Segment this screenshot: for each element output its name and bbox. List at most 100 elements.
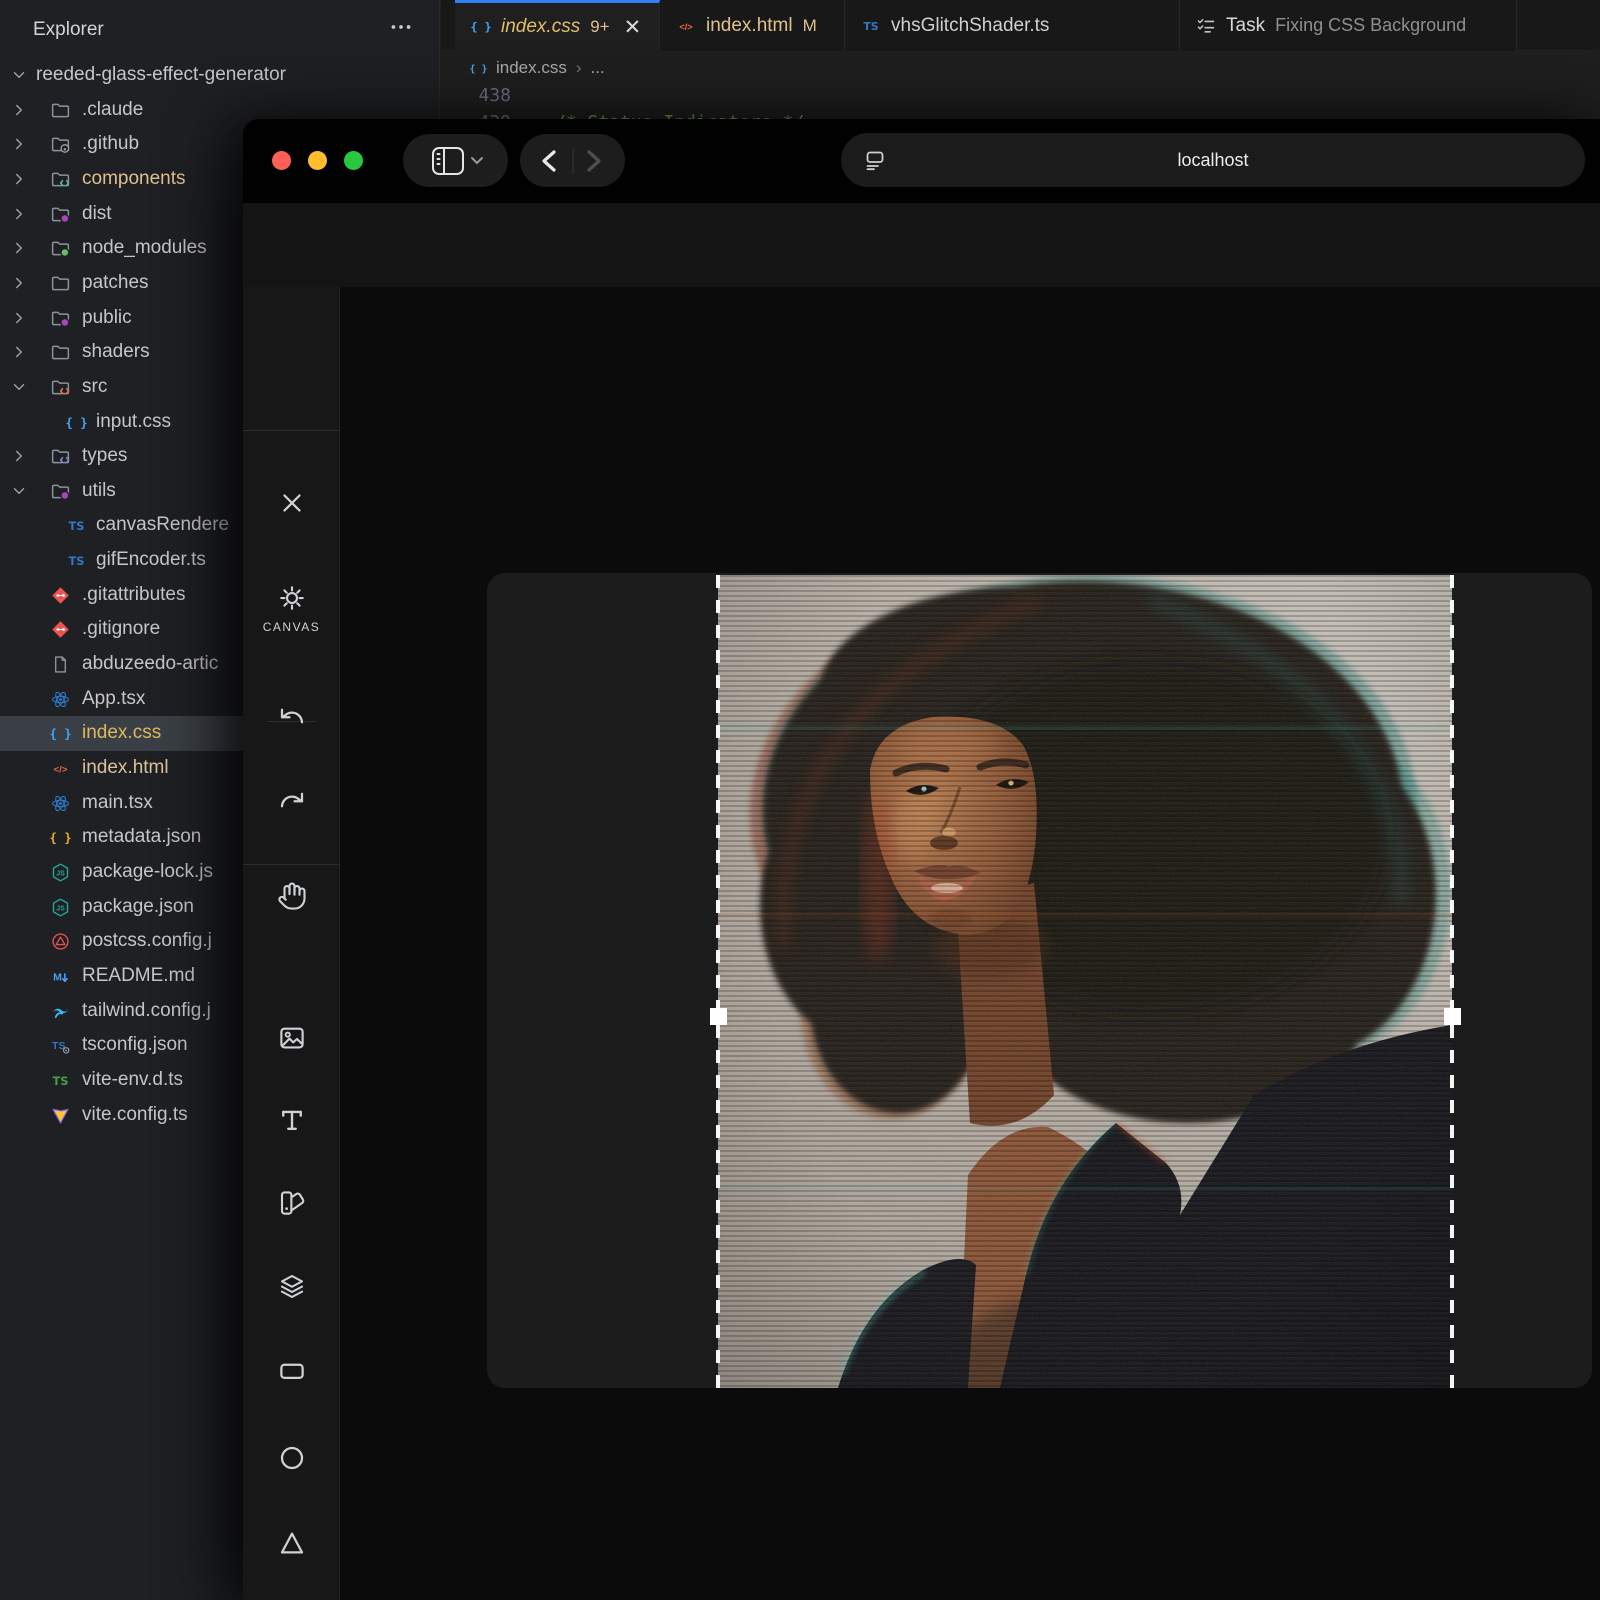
svg-text:{ }: { } <box>471 20 491 34</box>
close-tab-icon[interactable]: ✕ <box>624 15 642 40</box>
tab-index-html[interactable]: </>index.htmlM <box>660 0 845 51</box>
breadcrumb-chevron: › <box>576 58 582 78</box>
folder-icon <box>50 100 71 121</box>
breadcrumb[interactable]: { } index.css › ... <box>441 51 1600 85</box>
item-label: abduzeedo-artic <box>82 653 218 675</box>
item-label: gifEncoder.ts <box>96 549 206 571</box>
braces-icon: { } <box>66 412 87 433</box>
svg-text:{ }: { } <box>50 727 71 741</box>
canvas-tool-button[interactable] <box>243 576 340 620</box>
git-icon <box>50 585 71 606</box>
react-icon <box>50 689 71 710</box>
tab-task[interactable]: TaskFixing CSS Background <box>1180 0 1517 51</box>
tab-label: index.css <box>501 16 580 38</box>
chevron-right-icon <box>10 239 28 257</box>
git-icon <box>50 619 71 640</box>
item-label: types <box>82 445 127 467</box>
redo-tool-button[interactable] <box>243 778 340 822</box>
undo-tool-button[interactable] <box>243 694 340 738</box>
zoom-window-button[interactable] <box>344 151 363 170</box>
item-label: dist <box>82 203 112 225</box>
swatches-tool-button[interactable] <box>243 1181 340 1225</box>
ts-icon: TS <box>66 515 87 536</box>
browser-window: localhost Abduzeedo Editor CANVAS <box>243 119 1600 1600</box>
canvas-tool-label: CANVAS <box>243 620 340 634</box>
item-label: package-lock.js <box>82 861 213 883</box>
vite-icon <box>50 1105 71 1126</box>
folder-icon <box>50 273 71 294</box>
braces-icon: { } <box>50 723 71 744</box>
markdown-icon: M <box>50 966 71 987</box>
app-body: CANVAS <box>243 287 1600 1600</box>
item-label: App.tsx <box>82 688 145 710</box>
sidebar-toggle-button[interactable] <box>403 134 508 187</box>
item-label: node_modules <box>82 237 207 259</box>
svg-text:TS: TS <box>69 519 85 533</box>
item-label: input.css <box>96 411 171 433</box>
text-tool-button[interactable] <box>243 1098 340 1142</box>
item-label: patches <box>82 272 149 294</box>
item-label: tsconfig.json <box>82 1034 188 1056</box>
tasklist-icon <box>1196 16 1216 36</box>
canvas-photo-object[interactable] <box>718 575 1452 1388</box>
explorer-more-icon[interactable] <box>388 14 414 45</box>
tool-palette: CANVAS <box>243 287 340 1600</box>
svg-text:{ }: { } <box>50 831 71 845</box>
file-icon <box>50 654 71 675</box>
item-label: vite-env.d.ts <box>82 1069 183 1091</box>
postcss-icon <box>50 931 71 952</box>
minimize-window-button[interactable] <box>308 151 327 170</box>
app-header: Abduzeedo Editor <box>243 203 1600 287</box>
breadcrumb-ellipsis[interactable]: ... <box>591 58 605 78</box>
tree-folder-reeded-glass-effect-generator[interactable]: reeded-glass-effect-generator <box>0 58 439 93</box>
item-label: postcss.config.j <box>82 930 212 952</box>
svg-text:{ }: { } <box>66 416 87 430</box>
braces-icon: { } <box>50 827 71 848</box>
line-number: 438 <box>469 85 511 106</box>
svg-text:TS: TS <box>863 20 878 33</box>
folder-icon <box>50 342 71 363</box>
folder-icon <box>50 204 71 225</box>
rectangle-tool-button[interactable] <box>243 1349 340 1393</box>
resize-handle-left[interactable] <box>710 1008 727 1025</box>
tab-index-css[interactable]: { } index.css 9+ ✕ <box>455 0 660 51</box>
triangle-tool-button[interactable] <box>243 1521 340 1565</box>
explorer-title: Explorer <box>33 19 104 41</box>
item-label: canvasRendere <box>96 514 229 536</box>
node-icon: JS <box>50 897 71 918</box>
item-label: .gitignore <box>82 618 160 640</box>
html-icon: </> <box>50 758 71 779</box>
chevron-right-icon <box>10 170 28 188</box>
breadcrumb-file[interactable]: index.css <box>496 58 567 78</box>
folder-icon <box>50 377 71 398</box>
code-line-438[interactable]: 438 <box>441 85 1600 112</box>
item-label: src <box>82 376 107 398</box>
canvas-panel[interactable] <box>487 573 1592 1388</box>
chevron-right-icon <box>10 101 28 119</box>
tab-badge: 9+ <box>590 17 609 37</box>
page-format-icon[interactable] <box>863 148 887 172</box>
folder-icon <box>50 169 71 190</box>
ellipse-tool-button[interactable] <box>243 1436 340 1480</box>
tab-label: vhsGlitchShader.ts <box>891 15 1049 37</box>
chevron-right-icon <box>10 309 28 327</box>
close-window-button[interactable] <box>272 151 291 170</box>
item-label: reeded-glass-effect-generator <box>36 64 286 86</box>
tab-vhsglitchshader-ts[interactable]: TS vhsGlitchShader.ts <box>845 0 1180 51</box>
item-label: components <box>82 168 186 190</box>
item-label: .github <box>82 133 139 155</box>
url-bar[interactable]: localhost <box>841 133 1585 187</box>
svg-text:JS: JS <box>56 906 65 913</box>
forward-icon <box>589 152 599 170</box>
url-text[interactable]: localhost <box>1177 150 1248 171</box>
item-label: tailwind.config.j <box>82 1000 211 1022</box>
chevron-right-icon <box>10 447 28 465</box>
close-tool-button[interactable] <box>243 481 340 525</box>
folder-icon <box>50 134 71 155</box>
hand-tool-button[interactable] <box>243 874 340 918</box>
item-label: index.css <box>82 722 161 744</box>
layers-tool-button[interactable] <box>243 1264 340 1308</box>
resize-handle-right[interactable] <box>1444 1008 1461 1025</box>
selection-edge-right <box>1450 575 1454 1388</box>
image-tool-button[interactable] <box>243 1016 340 1060</box>
